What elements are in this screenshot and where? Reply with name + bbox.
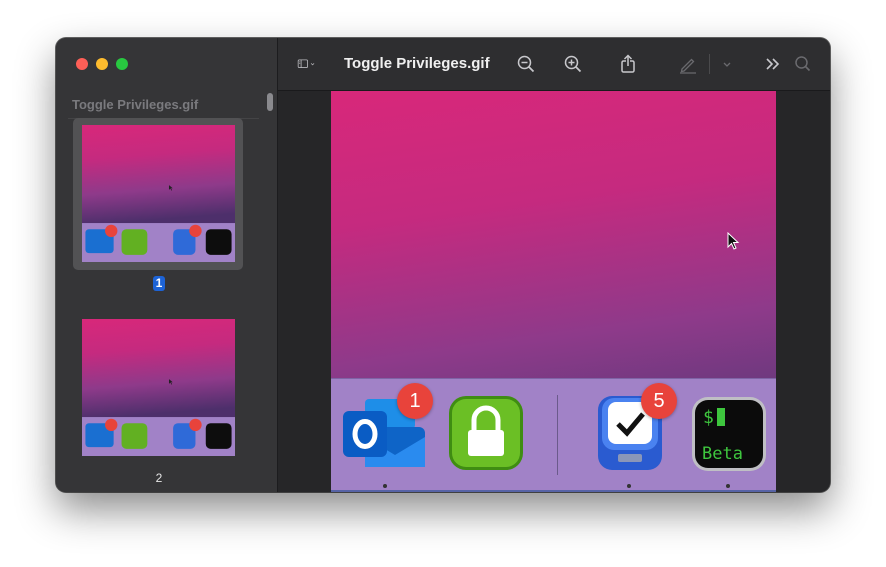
toolbar-separator <box>709 54 710 74</box>
notification-badge: 5 <box>641 383 677 419</box>
mouse-pointer-icon <box>727 231 741 257</box>
zoom-window-button[interactable] <box>116 58 128 70</box>
outlook-app-icon[interactable]: 1 <box>343 383 433 478</box>
terminal-cursor <box>717 408 725 426</box>
notification-badge: 1 <box>397 383 433 419</box>
things-app-icon[interactable]: 5 <box>596 383 677 479</box>
document-view[interactable]: 1 5 $ Beta <box>278 91 830 492</box>
thumbnail-label-1: 1 <box>153 276 165 291</box>
sidebar-icon <box>297 59 315 68</box>
thumbnail-page-1[interactable] <box>73 118 243 270</box>
chevron-down-icon <box>723 62 731 67</box>
terminal-beta-label: Beta <box>702 444 743 464</box>
terminal-prompt: $ <box>703 407 714 428</box>
thumbnail-image <box>82 319 235 456</box>
sidebar-title: Toggle Privileges.gif <box>72 97 199 112</box>
share-icon <box>621 54 635 73</box>
sidebar-scrollbar[interactable] <box>267 93 273 111</box>
thumbnail-page-2[interactable] <box>73 312 243 464</box>
markup-menu-button[interactable] <box>718 54 732 74</box>
thumbnail-sidebar: Toggle Privileges.gif 1 2 <box>56 38 278 492</box>
zoom-out-button[interactable] <box>516 54 536 74</box>
zoom-in-button[interactable] <box>563 54 583 74</box>
privileges-app-icon[interactable] <box>448 395 524 476</box>
thumbnail-image <box>82 125 235 262</box>
sidebar-toggle-button[interactable] <box>297 54 331 74</box>
pencil-icon <box>680 58 696 74</box>
zoom-out-icon <box>517 55 535 73</box>
toolbar: Toggle Privileges.gif <box>278 38 830 91</box>
dock-running-indicator <box>627 484 631 488</box>
minimize-window-button[interactable] <box>96 58 108 70</box>
terminal-beta-app-icon[interactable]: $ Beta <box>691 396 767 477</box>
dock-running-indicator <box>383 484 387 488</box>
preview-window: Toggle Privileges.gif 1 2 Toggle Privile… <box>56 38 830 492</box>
zoom-in-icon <box>564 55 582 73</box>
close-window-button[interactable] <box>76 58 88 70</box>
dock-separator <box>557 395 558 475</box>
document-title: Toggle Privileges.gif <box>344 55 490 72</box>
markup-button[interactable] <box>678 54 698 74</box>
chevrons-right-icon <box>766 58 780 70</box>
dock-running-indicator <box>726 484 730 488</box>
thumbnail-label-2: 2 <box>155 471 163 485</box>
search-button[interactable] <box>793 54 813 74</box>
dock-bottom-edge <box>331 490 776 492</box>
gif-frame: 1 5 $ Beta <box>331 91 776 492</box>
share-button[interactable] <box>618 54 638 74</box>
more-tools-button[interactable] <box>763 54 783 74</box>
dock: 1 5 $ Beta <box>331 378 776 492</box>
search-icon <box>795 56 811 72</box>
